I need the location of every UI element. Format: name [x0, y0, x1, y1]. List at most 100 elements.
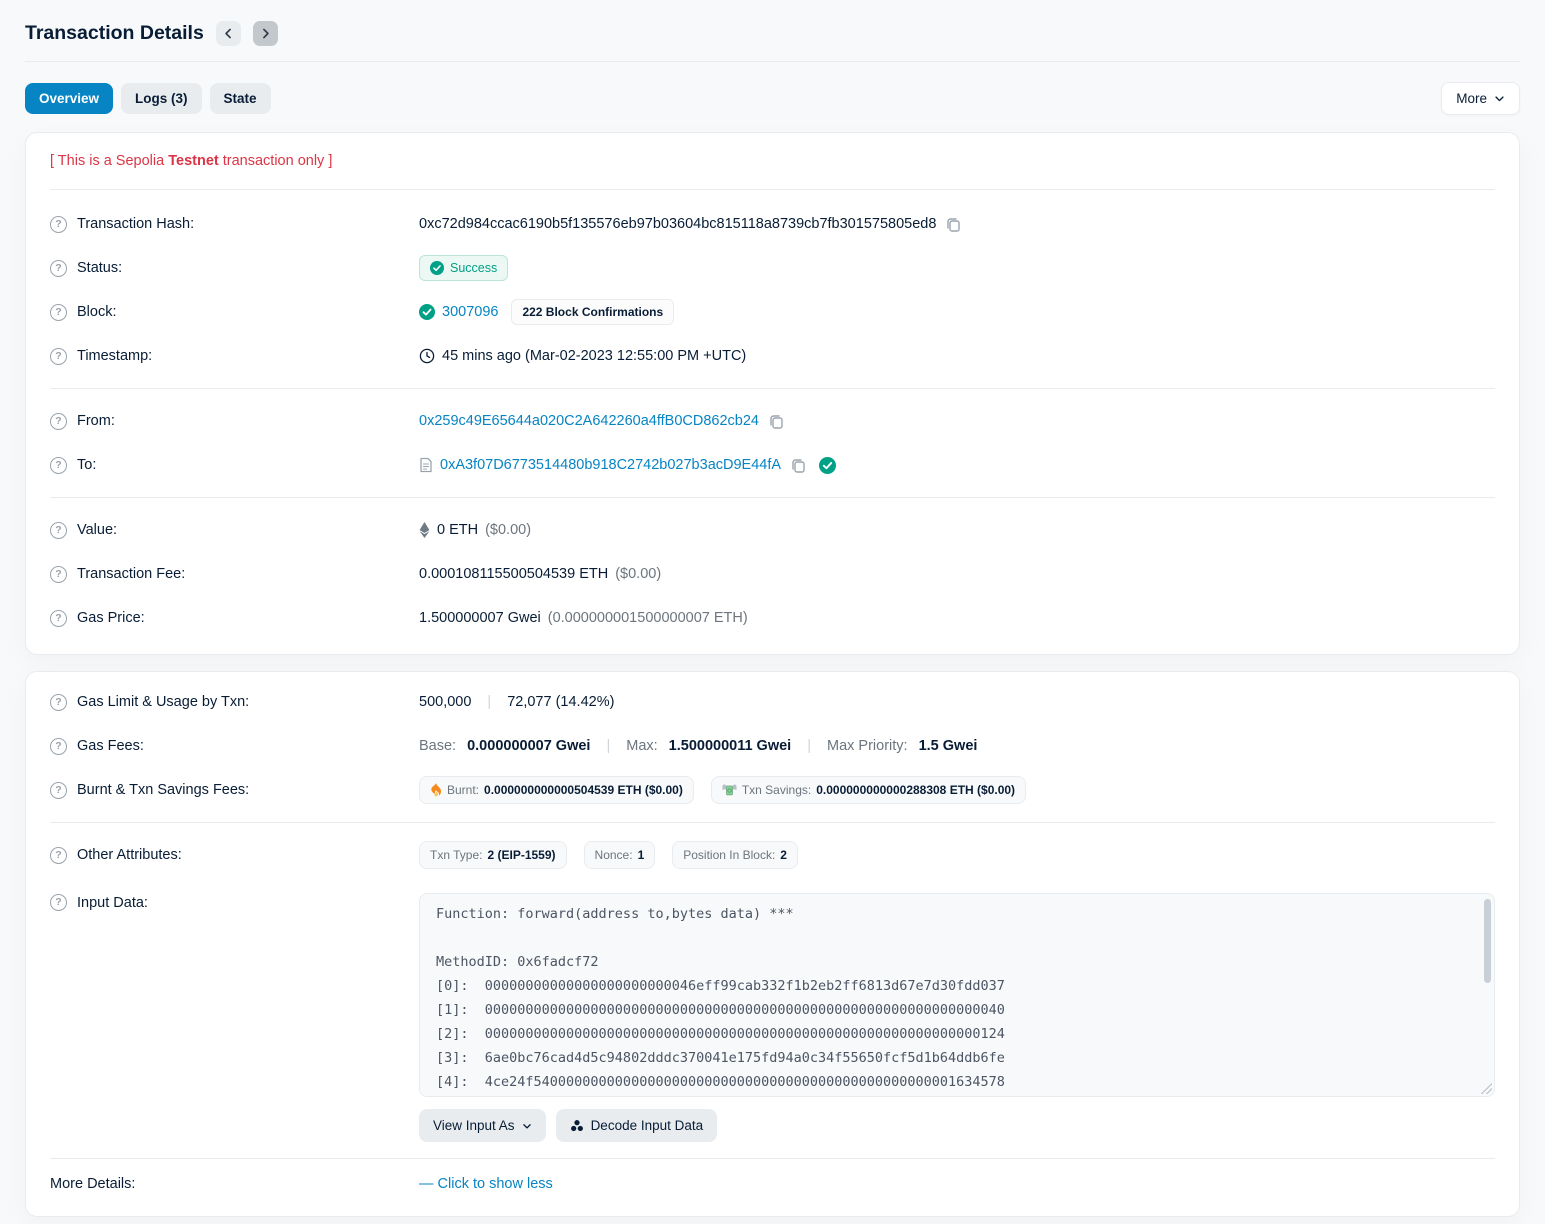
value-usd: ($0.00)	[485, 522, 531, 538]
timestamp-label: Timestamp:	[77, 348, 152, 364]
value-eth: 0 ETH	[437, 522, 478, 538]
testnet-notice-pre: [ This is a Sepolia	[50, 153, 168, 169]
divider	[50, 497, 1495, 498]
from-address-link[interactable]: 0x259c49E65644a020C2A642260a4ffB0CD862cb…	[419, 413, 759, 429]
txn-savings-value: 0.000000000000288308 ETH ($0.00)	[816, 783, 1015, 797]
copy-to-address-button[interactable]	[788, 457, 808, 473]
transaction-fee-label: Transaction Fee:	[77, 566, 185, 582]
copy-from-address-button[interactable]	[766, 413, 786, 429]
help-icon[interactable]: ?	[50, 782, 67, 799]
testnet-notice-bold: Testnet	[168, 153, 219, 169]
burnt-badge: Burnt: 0.000000000000504539 ETH ($0.00)	[419, 776, 694, 804]
to-address-link[interactable]: 0xA3f07D6773514480b918C2742b027b3acD9E44…	[440, 457, 781, 473]
tab-group: Overview Logs (3) State	[25, 83, 271, 114]
copy-icon	[790, 457, 806, 473]
separator: |	[487, 694, 491, 710]
status-value: Success	[450, 261, 497, 275]
flame-icon	[430, 783, 442, 797]
help-icon[interactable]: ?	[50, 348, 67, 365]
help-icon[interactable]: ?	[50, 847, 67, 864]
testnet-notice: [ This is a Sepolia Testnet transaction …	[50, 153, 1495, 190]
separator: |	[606, 738, 610, 754]
resize-handle[interactable]	[1481, 1083, 1492, 1094]
txn-savings-badge: Txn Savings: 0.000000000000288308 ETH ($…	[711, 776, 1026, 804]
value-label: Value:	[77, 522, 117, 538]
txn-type-label: Txn Type:	[430, 848, 482, 862]
from-label: From:	[77, 413, 115, 429]
decode-input-data-button[interactable]: Decode Input Data	[556, 1109, 718, 1142]
tab-overview[interactable]: Overview	[25, 83, 113, 114]
txn-type-value: 2 (EIP-1559)	[487, 848, 555, 862]
separator: |	[807, 738, 811, 754]
testnet-notice-post: transaction only ]	[219, 153, 333, 169]
next-transaction-button[interactable]	[253, 21, 278, 46]
input-data-box[interactable]: Function: forward(address to,bytes data)…	[419, 893, 1495, 1097]
base-fee-label: Base:	[419, 738, 456, 754]
help-icon[interactable]: ?	[50, 304, 67, 321]
row-input-data: ? Input Data: Function: forward(address …	[50, 877, 1495, 1144]
help-icon[interactable]: ?	[50, 260, 67, 277]
gas-limit-label: Gas Limit & Usage by Txn:	[77, 694, 249, 710]
input-data-scrollbar[interactable]	[1484, 899, 1491, 983]
chevron-down-icon	[1494, 93, 1505, 104]
gas-price-label: Gas Price:	[77, 610, 145, 626]
timestamp-value: 45 mins ago (Mar-02-2023 12:55:00 PM +UT…	[442, 348, 746, 364]
row-gas-price: ? Gas Price: 1.500000007 Gwei (0.0000000…	[50, 596, 1495, 640]
transaction-fee-usd: ($0.00)	[615, 566, 661, 582]
max-priority-fee-label: Max Priority:	[827, 738, 908, 754]
details-card: ? Gas Limit & Usage by Txn: 500,000 | 72…	[25, 671, 1520, 1217]
copy-icon	[768, 413, 784, 429]
status-label: Status:	[77, 260, 122, 276]
gas-fees-label: Gas Fees:	[77, 738, 144, 754]
help-icon[interactable]: ?	[50, 216, 67, 233]
tab-logs[interactable]: Logs (3)	[121, 83, 202, 114]
row-gas-fees: ? Gas Fees: Base: 0.000000007 Gwei | Max…	[50, 724, 1495, 768]
row-value: ? Value: 0 ETH ($0.00)	[50, 508, 1495, 552]
copy-transaction-hash-button[interactable]	[943, 216, 963, 232]
previous-transaction-button[interactable]	[216, 21, 241, 46]
help-icon[interactable]: ?	[50, 413, 67, 430]
input-data-label: Input Data:	[77, 895, 148, 911]
position-in-block-value: 2	[780, 848, 787, 862]
help-icon[interactable]: ?	[50, 566, 67, 583]
row-block: ? Block: 3007096 222 Block Confirmations	[50, 290, 1495, 334]
row-from: ? From: 0x259c49E65644a020C2A642260a4ffB…	[50, 399, 1495, 443]
row-to: ? To: 0xA3f07D6773514480b918C2742b027b3a…	[50, 443, 1495, 487]
block-confirmations-badge: 222 Block Confirmations	[511, 299, 674, 325]
gas-price-eth: (0.000000001500000007 ETH)	[548, 610, 748, 626]
row-more-details: More Details: — Click to show less	[50, 1158, 1495, 1202]
help-icon[interactable]: ?	[50, 457, 67, 474]
gas-used-value: 72,077 (14.42%)	[507, 694, 614, 710]
help-icon[interactable]: ?	[50, 738, 67, 755]
help-icon[interactable]: ?	[50, 610, 67, 627]
transaction-details-page: Transaction Details Overview Logs (3) St…	[0, 0, 1545, 1217]
gas-price-gwei: 1.500000007 Gwei	[419, 610, 541, 626]
block-number-link[interactable]: 3007096	[442, 304, 498, 320]
max-priority-fee-value: 1.5 Gwei	[919, 738, 978, 754]
more-label: More	[1456, 91, 1487, 106]
decode-input-data-label: Decode Input Data	[591, 1118, 704, 1133]
view-input-as-button[interactable]: View Input As	[419, 1109, 546, 1142]
more-dropdown-button[interactable]: More	[1441, 82, 1520, 115]
max-fee-value: 1.500000011 Gwei	[669, 738, 792, 754]
nonce-label: Nonce:	[595, 848, 633, 862]
help-icon[interactable]: ?	[50, 522, 67, 539]
help-icon[interactable]: ?	[50, 894, 67, 911]
txn-type-badge: Txn Type: 2 (EIP-1559)	[419, 841, 567, 869]
help-icon[interactable]: ?	[50, 694, 67, 711]
row-gas-limit-usage: ? Gas Limit & Usage by Txn: 500,000 | 72…	[50, 680, 1495, 724]
chevron-down-icon	[522, 1121, 532, 1131]
txn-savings-label: Txn Savings:	[742, 783, 811, 797]
transaction-fee-eth: 0.000108115500504539 ETH	[419, 566, 608, 582]
other-attributes-label: Other Attributes:	[77, 847, 182, 863]
more-details-label: More Details:	[50, 1176, 135, 1192]
check-circle-icon	[419, 304, 435, 320]
tab-state[interactable]: State	[210, 83, 271, 114]
max-fee-label: Max:	[626, 738, 657, 754]
show-less-link[interactable]: — Click to show less	[419, 1176, 553, 1192]
row-status: ? Status: Success	[50, 246, 1495, 290]
chevron-left-icon	[222, 27, 235, 40]
burnt-value: 0.000000000000504539 ETH ($0.00)	[484, 783, 683, 797]
page-title: Transaction Details	[25, 22, 204, 45]
burnt-label: Burnt:	[447, 783, 479, 797]
